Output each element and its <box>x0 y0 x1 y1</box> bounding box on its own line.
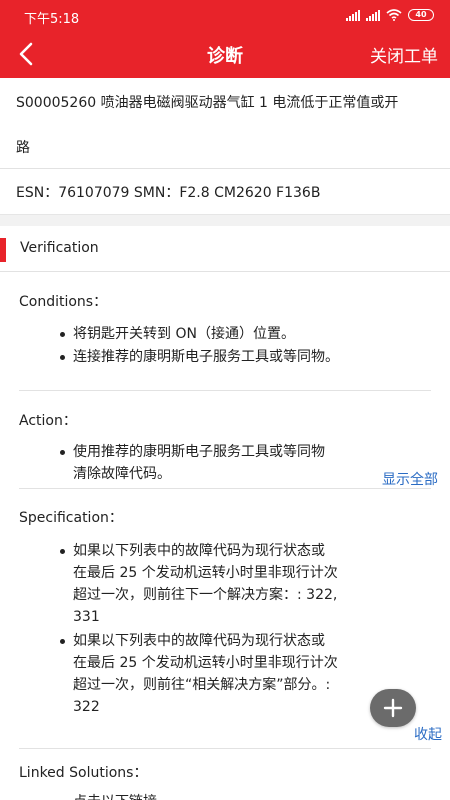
spec-text-line: 如果以下列表中的故障代码为现行状态或 <box>73 633 325 649</box>
show-all-link[interactable]: 显示全部 <box>382 469 438 489</box>
spec-text-line: 在最后 25 个发动机运转小时里非现行计次 <box>73 655 338 671</box>
signal-icon <box>346 9 360 21</box>
nav-bar: 诊断 关闭工单 <box>0 30 450 78</box>
verification-title: Verification <box>20 240 99 256</box>
condition-item: 将钥匙开关转到 ON（接通）位置。 <box>60 323 373 345</box>
spec-text-line: 超过一次，则前往“相关解决方案”部分。: <box>73 677 331 693</box>
conditions-label: Conditions： <box>19 294 108 310</box>
specification-label: Specification： <box>19 510 123 526</box>
linked-solution-item[interactable]: 点击以下链接 <box>73 791 373 800</box>
condition-item: 连接推荐的康明斯电子服务工具或等同物。 <box>60 346 373 368</box>
fault-description: S00005260 喷油器电磁阀驱动器气缸 1 电流低于正常值或开 路 <box>0 78 450 169</box>
specification-item: 如果以下列表中的故障代码为现行状态或 在最后 25 个发动机运转小时里非现行计次… <box>60 540 373 628</box>
action-item: 使用推荐的康明斯电子服务工具或等同物 清除故障代码。 <box>60 441 373 485</box>
action-text-line: 清除故障代码。 <box>73 466 171 482</box>
status-icons: 40 <box>346 9 434 21</box>
collapse-link[interactable]: 收起 <box>414 724 442 744</box>
fault-text-line-1: S00005260 喷油器电磁阀驱动器气缸 1 电流低于正常值或开 <box>16 95 399 111</box>
spec-text-line: 322 <box>73 699 100 715</box>
specification-item: 如果以下列表中的故障代码为现行状态或 在最后 25 个发动机运转小时里非现行计次… <box>60 630 373 718</box>
fault-text-line-2: 路 <box>16 140 30 156</box>
signal-icon-2 <box>366 9 380 21</box>
action-label: Action： <box>19 413 77 429</box>
status-time: 下午5:18 <box>24 12 80 27</box>
section-separator <box>0 214 450 226</box>
action-text-line: 使用推荐的康明斯电子服务工具或等同物 <box>73 444 325 460</box>
engine-info: ESN：76107079 SMN：F2.8 CM2620 F136B <box>16 185 321 201</box>
spec-text-line: 如果以下列表中的故障代码为现行状态或 <box>73 543 325 559</box>
close-work-order-button[interactable]: 关闭工单 <box>370 42 438 67</box>
spec-text-line: 在最后 25 个发动机运转小时里非现行计次 <box>73 565 338 581</box>
section-accent-bar <box>0 238 6 262</box>
spec-text-line: 超过一次，则前往下一个解决方案：: 322, <box>73 587 338 603</box>
status-bar: 下午5:18 40 <box>0 0 450 30</box>
divider <box>19 488 431 489</box>
wifi-icon <box>386 9 402 21</box>
spec-text-line: 331 <box>73 609 100 625</box>
add-button[interactable] <box>370 689 416 727</box>
battery-icon: 40 <box>408 9 434 21</box>
divider <box>19 748 431 749</box>
plus-icon <box>383 698 403 718</box>
linked-solutions-label: Linked Solutions： <box>19 765 148 781</box>
verification-header: Verification <box>0 226 450 272</box>
divider <box>19 390 431 391</box>
